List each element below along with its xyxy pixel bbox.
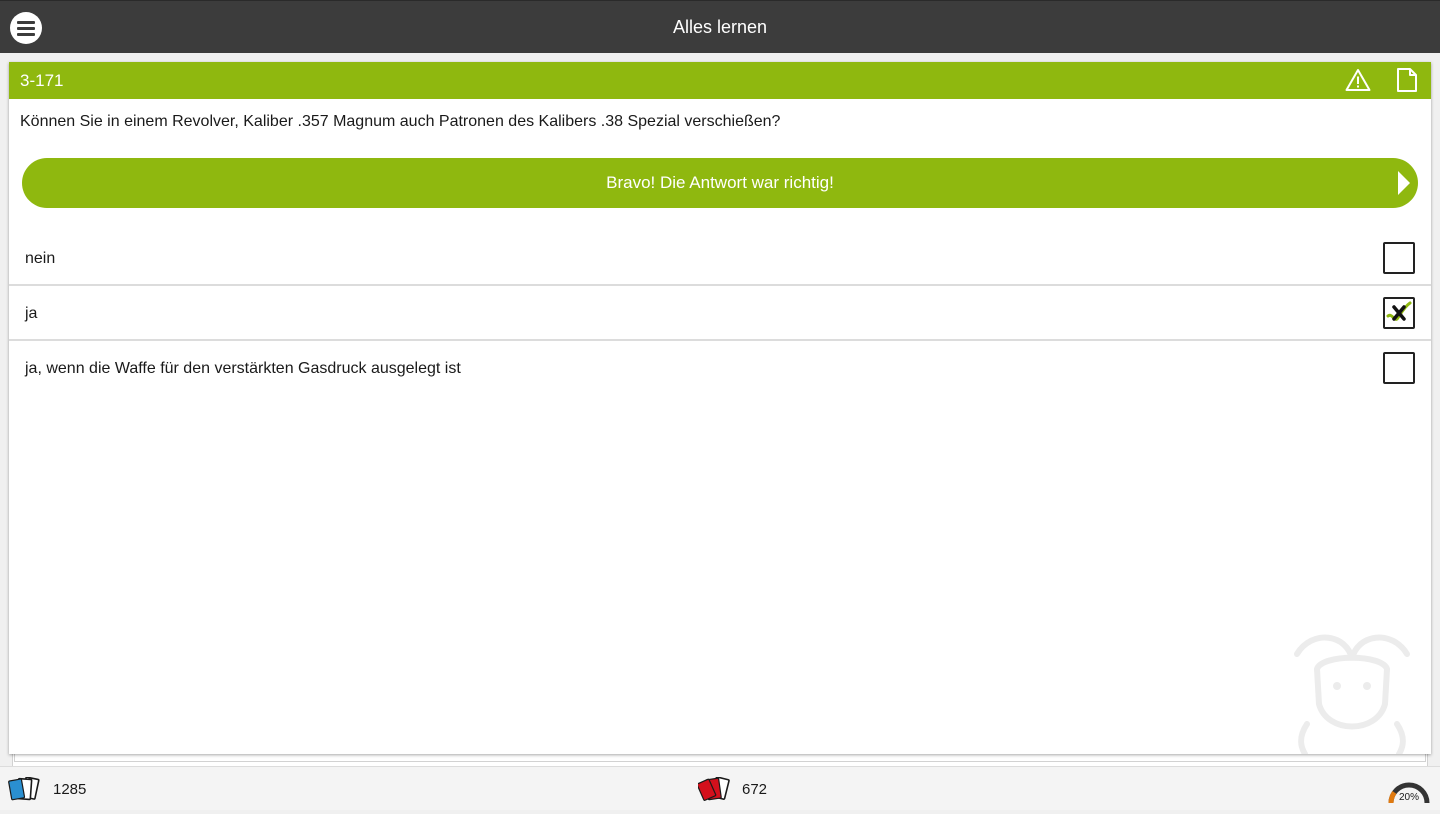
wrong-cards-stat[interactable]: 672 xyxy=(696,776,767,801)
answer-label: nein xyxy=(25,250,56,267)
gauge-icon xyxy=(1388,782,1430,804)
cards-stack-red-icon xyxy=(696,776,730,801)
question-card: 3-171 Können Sie in einem Revolver, Kali… xyxy=(9,62,1431,754)
status-footer: 1285 672 20% xyxy=(0,766,1440,810)
answer-checkbox[interactable] xyxy=(1383,242,1415,274)
correct-checkmark-icon xyxy=(1386,301,1412,321)
answer-option[interactable]: ja xyxy=(9,287,1431,341)
answer-option[interactable]: nein xyxy=(9,232,1431,286)
progress-percent: 20% xyxy=(1398,792,1419,803)
top-bar: Alles lernen xyxy=(0,0,1440,53)
buffalo-logo-watermark xyxy=(1294,634,1410,754)
chevron-right-icon xyxy=(1398,171,1410,195)
question-number: 3-171 xyxy=(20,71,64,90)
answer-label: ja xyxy=(25,305,38,322)
warning-icon[interactable] xyxy=(1345,68,1371,92)
wrong-cards-count: 672 xyxy=(742,781,768,798)
feedback-next-button[interactable]: Bravo! Die Antwort war richtig! xyxy=(22,158,1418,208)
answer-option[interactable]: ja, wenn die Waffe für den verstärkten G… xyxy=(9,342,1431,396)
answer-label: ja, wenn die Waffe für den verstärkten G… xyxy=(25,360,461,377)
progress-gauge[interactable]: 20% xyxy=(1386,773,1432,809)
total-cards-count: 1285 xyxy=(53,781,87,798)
answer-checkbox-checked[interactable] xyxy=(1383,297,1415,329)
cards-stack-blue-icon xyxy=(8,776,40,801)
feedback-label: Bravo! Die Antwort war richtig! xyxy=(606,173,834,192)
card-header: 3-171 xyxy=(9,62,1431,99)
page-title: Alles lernen xyxy=(672,17,768,37)
total-cards-stat[interactable]: 1285 xyxy=(8,776,86,801)
answer-checkbox[interactable] xyxy=(1383,352,1415,384)
question-text: Können Sie in einem Revolver, Kaliber .3… xyxy=(20,113,781,130)
note-icon[interactable] xyxy=(1396,67,1418,93)
